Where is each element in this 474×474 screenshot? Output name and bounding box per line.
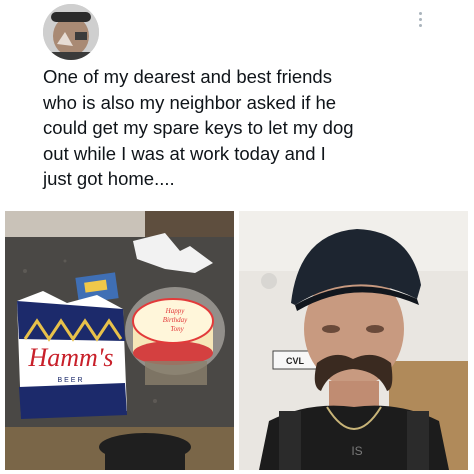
photo-cake-and-shirt[interactable]: Hamm's BEER Happy Birthday Tony bbox=[5, 211, 234, 470]
sign-text: CVL bbox=[286, 356, 305, 366]
shirt-brand-text: Hamm's bbox=[27, 343, 113, 372]
more-options-icon[interactable] bbox=[414, 12, 426, 32]
cake-text-line1: Happy bbox=[165, 307, 186, 315]
avatar-photo-icon bbox=[43, 4, 99, 60]
photo-man-portrait[interactable]: CVL IS bbox=[239, 211, 468, 470]
shirt-text: IS bbox=[351, 444, 362, 458]
cake-text-line3: Tony bbox=[170, 325, 184, 333]
cake-text-line2: Birthday bbox=[163, 316, 188, 324]
tweet-post: One of my dearest and best friends who i… bbox=[0, 0, 474, 474]
avatar[interactable] bbox=[43, 4, 99, 60]
post-text: One of my dearest and best friends who i… bbox=[43, 66, 354, 189]
shirt-sub-text: BEER bbox=[57, 377, 84, 384]
